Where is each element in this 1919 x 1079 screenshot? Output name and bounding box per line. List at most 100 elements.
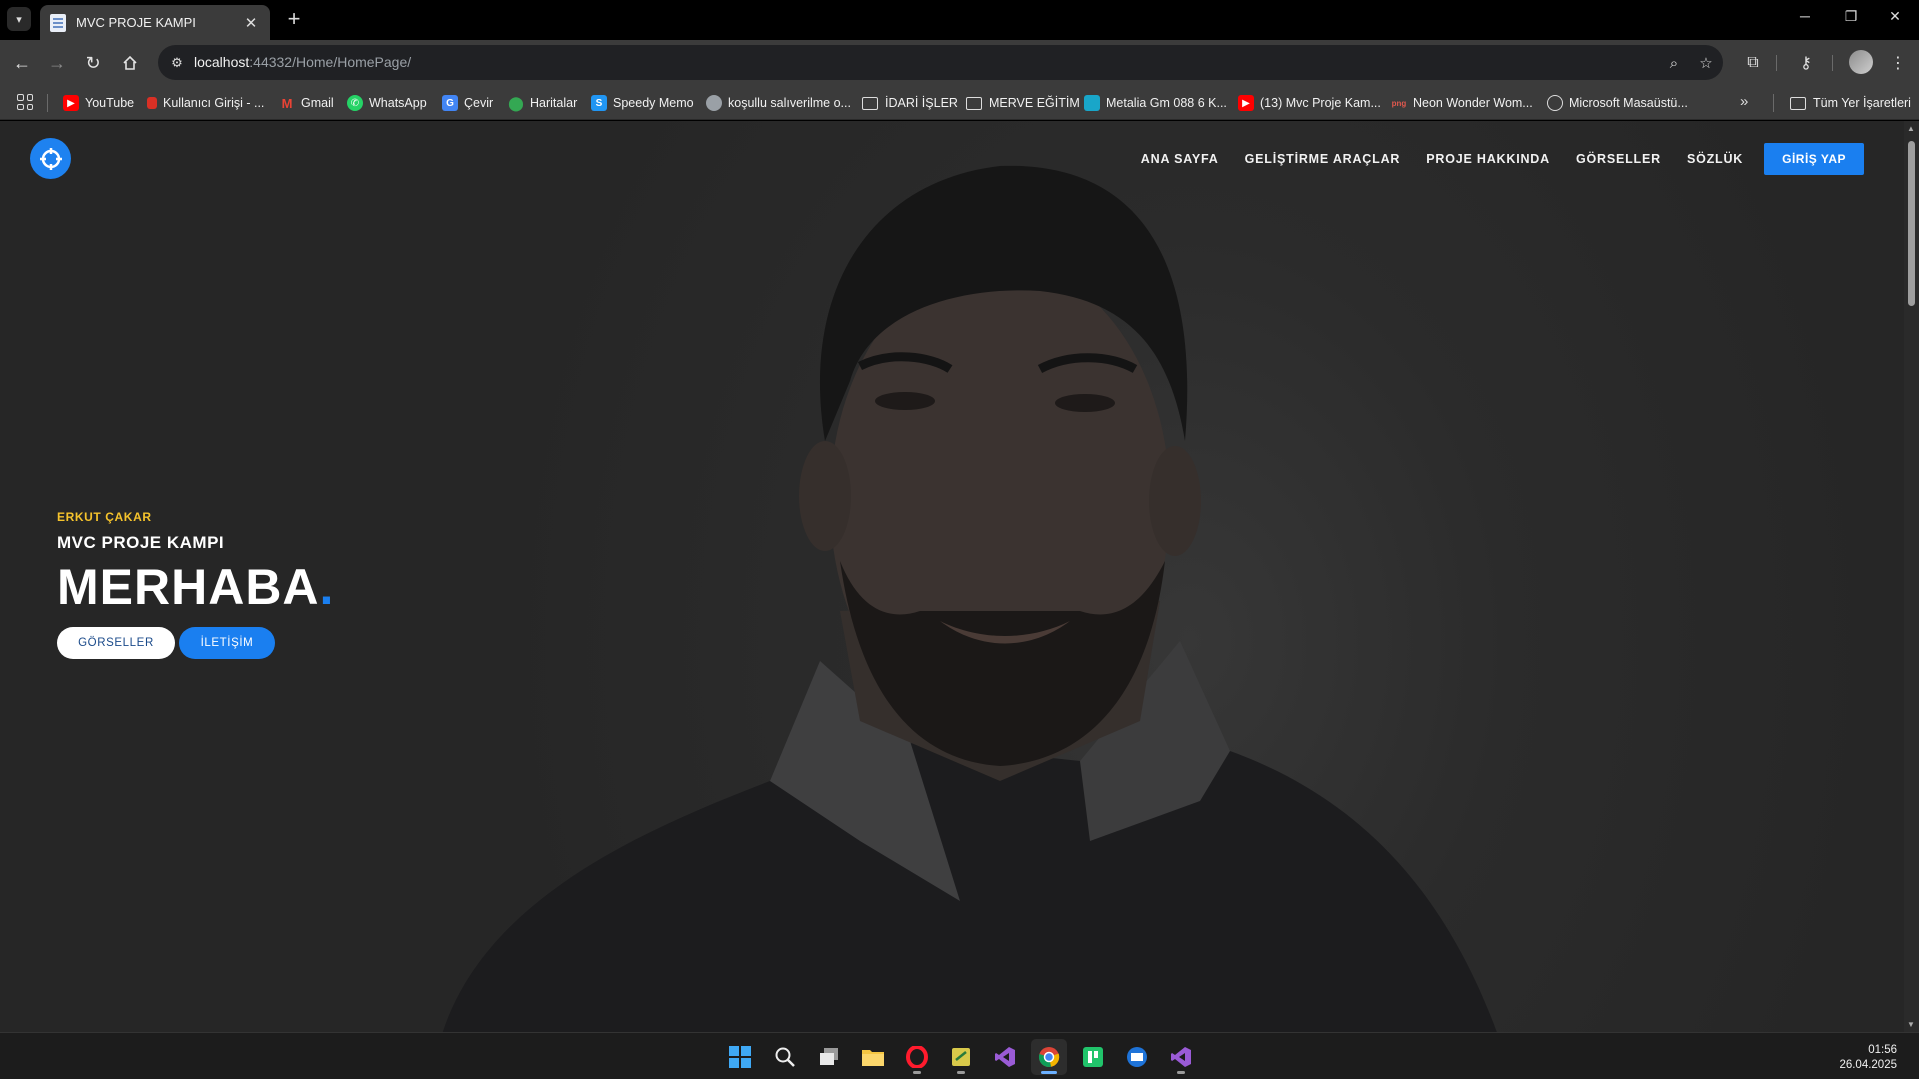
running-indicator (957, 1071, 965, 1074)
bookmark-label: WhatsApp (369, 96, 427, 110)
bookmark-youtube[interactable]: ▶ YouTube (63, 93, 134, 113)
home-button[interactable] (116, 49, 144, 77)
page-scrollbar[interactable]: ▲ ▼ (1904, 121, 1919, 1032)
folder-icon (1790, 96, 1806, 110)
clock-time: 01:56 (1868, 1044, 1897, 1056)
bookmark-gmail[interactable]: M Gmail (279, 93, 334, 113)
scroll-down-icon[interactable]: ▼ (1907, 1020, 1915, 1029)
bookmark-mvc-proje-kampi-video[interactable]: ▶ (13) Mvc Proje Kam... (1238, 93, 1381, 113)
bookmark-haritalar[interactable]: ⬤ Haritalar (508, 93, 577, 113)
contact-button[interactable]: İLETİŞİM (179, 627, 275, 659)
menu-kebab-icon[interactable]: ⋮ (1885, 50, 1911, 76)
bookmark-kosullu-saliverilme[interactable]: koşullu salıverilme o... (706, 93, 851, 113)
apps-grid-icon[interactable] (17, 94, 33, 110)
page-viewport: ANA SAYFA GELİŞTİRME ARAÇLAR PROJE HAKKI… (0, 121, 1904, 1032)
extensions-icon[interactable]: ⧉ (1740, 50, 1766, 76)
task-view-glyph-icon (820, 1048, 838, 1065)
hero-eyebrow: ERKUT ÇAKAR (57, 510, 152, 524)
arrow-right-icon: → (48, 52, 66, 73)
visual-studio-icon[interactable] (1163, 1039, 1199, 1075)
document-icon (50, 13, 66, 32)
scroll-up-icon[interactable]: ▲ (1907, 124, 1915, 133)
toolbar-divider (1776, 55, 1777, 71)
tab-search-button[interactable]: ▾ (7, 7, 31, 31)
bookmark-speedy-memo[interactable]: S Speedy Memo (591, 93, 694, 113)
bookmark-label: Tüm Yer İşaretleri (1813, 96, 1911, 110)
bookmark-star-icon[interactable]: ☆ (1695, 52, 1717, 74)
nav-link-ana-sayfa[interactable]: ANA SAYFA (1141, 152, 1219, 166)
png-icon: png (1391, 98, 1407, 108)
search-icon[interactable] (767, 1039, 803, 1075)
nav-link-proje-hakkinda[interactable]: PROJE HAKKINDA (1426, 152, 1550, 166)
bookmark-label: koşullu salıverilme o... (728, 96, 851, 110)
restore-icon[interactable]: ❐ (1836, 8, 1866, 25)
browser-toolbar: ← → ↻ ⚙ localhost:44332/Home/HomePage/ ⌕… (0, 40, 1919, 85)
minimize-icon[interactable]: ─ (1790, 8, 1820, 24)
chevron-double-right-icon[interactable]: » (1740, 93, 1748, 110)
visual-studio-icon[interactable] (987, 1039, 1023, 1075)
reload-button[interactable]: ↻ (79, 49, 107, 77)
new-tab-button[interactable]: + (282, 6, 306, 32)
browser-tab-active[interactable]: MVC PROJE KAMPI ✕ (40, 5, 270, 40)
bookmark-folder-merve-egitim[interactable]: MERVE EĞİTİM (966, 93, 1080, 113)
gallery-button[interactable]: GÖRSELLER (57, 627, 175, 659)
app-green-icon[interactable] (1075, 1039, 1111, 1075)
bookmark-kullanici-girisi[interactable]: Kullanıcı Girişi - ... (147, 93, 264, 113)
site-settings-icon[interactable]: ⚙ (166, 52, 188, 74)
remote-desktop-icon[interactable] (1119, 1039, 1155, 1075)
zoom-icon[interactable]: ⌕ (1663, 52, 1685, 74)
back-button[interactable]: ← (8, 49, 36, 77)
password-key-icon[interactable]: ⚷ (1793, 50, 1819, 76)
windows-logo-icon (729, 1046, 751, 1068)
arrow-left-icon: ← (13, 52, 31, 73)
login-button[interactable]: GİRİŞ YAP (1764, 143, 1864, 175)
whatsapp-icon: ✆ (347, 95, 363, 111)
profile-avatar[interactable] (1849, 50, 1873, 74)
forward-button[interactable]: → (43, 49, 71, 77)
youtube-icon: ▶ (1238, 95, 1254, 111)
url-text[interactable]: localhost:44332/Home/HomePage/ (194, 54, 411, 70)
file-explorer-icon[interactable] (855, 1039, 891, 1075)
crosshair-logo-icon (39, 147, 62, 170)
youtube-icon: ▶ (63, 95, 79, 111)
bookmark-neon-wonder-woman[interactable]: png Neon Wonder Wom... (1391, 93, 1533, 113)
bookmark-all-bookmarks[interactable]: Tüm Yer İşaretleri (1790, 93, 1911, 113)
windows-start-icon[interactable] (722, 1039, 758, 1075)
sticky-app-icon[interactable] (943, 1039, 979, 1075)
bookmark-whatsapp[interactable]: ✆ WhatsApp (347, 93, 427, 113)
nav-link-gelistirme-araclar[interactable]: GELİŞTİRME ARAÇLAR (1245, 152, 1401, 166)
bookmark-label: İDARİ İŞLER (885, 96, 958, 110)
vs-logo-icon (1171, 1047, 1191, 1067)
hero-title-dot: . (319, 559, 335, 615)
hero-buttons: GÖRSELLER İLETİŞİM (57, 627, 334, 659)
chrome-icon[interactable] (1031, 1039, 1067, 1075)
site-logo[interactable] (30, 138, 71, 179)
vs-logo-icon (995, 1047, 1015, 1067)
nav-link-sozluk[interactable]: SÖZLÜK (1687, 152, 1743, 166)
clock-date: 26.04.2025 (1839, 1059, 1897, 1071)
opera-icon[interactable] (899, 1039, 935, 1075)
bookmark-label: Speedy Memo (613, 96, 694, 110)
bookmark-microsoft-masaustu[interactable]: Microsoft Masaüstü... (1547, 93, 1688, 113)
close-window-icon[interactable]: ✕ (1880, 8, 1910, 25)
bookmark-label: YouTube (85, 96, 135, 110)
gmail-icon: M (281, 95, 293, 111)
remote-desktop-logo-icon (1127, 1047, 1147, 1067)
close-icon[interactable]: ✕ (242, 14, 260, 32)
bookmark-folder-idari-isler[interactable]: İDARİ İŞLER (862, 93, 958, 113)
hero-subtitle: MVC PROJE KAMPI (57, 533, 225, 552)
address-bar[interactable]: ⚙ localhost:44332/Home/HomePage/ ⌕ ☆ (158, 45, 1723, 80)
nav-link-gorseller[interactable]: GÖRSELLER (1576, 152, 1661, 166)
scrollbar-thumb[interactable] (1908, 141, 1915, 306)
bookmark-metalia[interactable]: Metalia Gm 088 6 K... (1084, 93, 1227, 113)
chevron-down-icon: ▾ (16, 13, 22, 26)
windows-taskbar: 01:56 26.04.2025 (0, 1032, 1919, 1079)
bookmark-cevir[interactable]: G Çevir (442, 93, 493, 113)
bookmark-label: Çevir (464, 96, 494, 110)
hero-background-image (442, 165, 1497, 1032)
url-host: localhost (194, 54, 250, 70)
maps-icon: ⬤ (508, 94, 524, 111)
task-view-icon[interactable] (811, 1039, 847, 1075)
system-clock[interactable]: 01:56 26.04.2025 (1839, 1043, 1897, 1073)
folder-icon (862, 96, 878, 110)
